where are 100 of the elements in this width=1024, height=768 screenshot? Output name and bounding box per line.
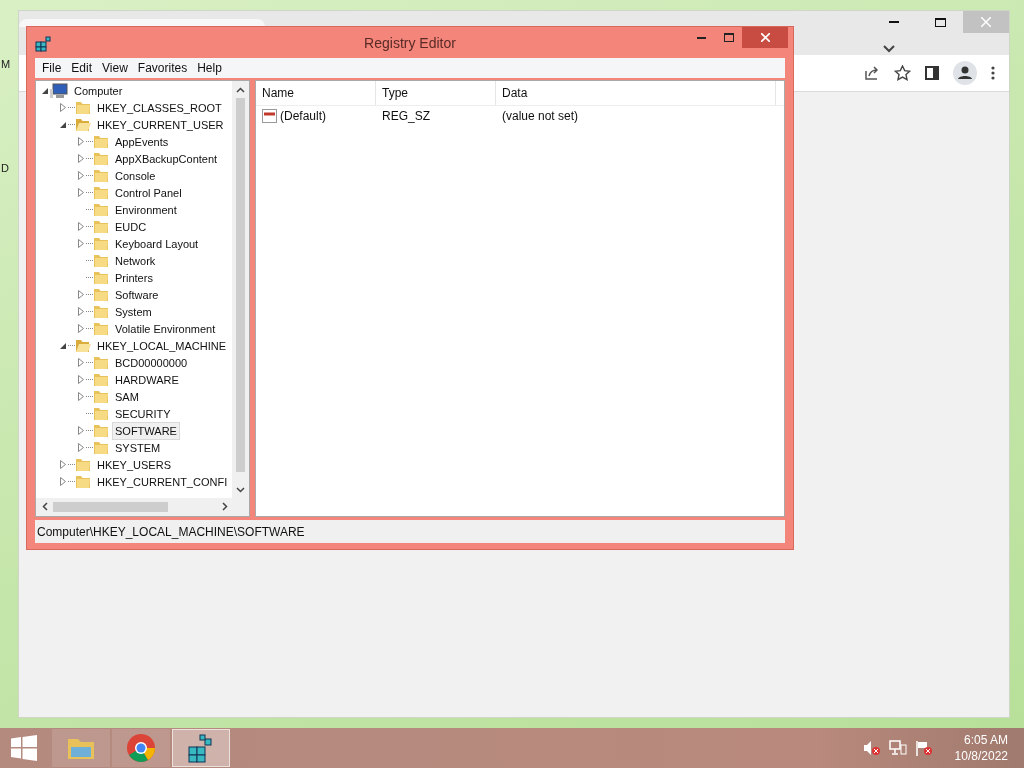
collapse-icon[interactable] <box>60 121 66 128</box>
tree-item[interactable]: Network <box>112 251 159 270</box>
star-icon[interactable] <box>894 65 911 81</box>
tree-item[interactable]: System <box>112 302 155 321</box>
tree-item[interactable]: EUDC <box>112 217 150 236</box>
tree-item[interactable]: Environment <box>112 200 180 219</box>
chevron-down-icon[interactable] <box>883 45 895 53</box>
folder-icon <box>93 270 109 285</box>
menu-item[interactable]: Help <box>192 61 227 75</box>
folder-icon <box>93 134 109 149</box>
folder-icon <box>93 185 109 200</box>
menu-item[interactable]: Favorites <box>132 61 193 75</box>
windows-logo-icon[interactable] <box>11 735 37 761</box>
tree-item[interactable]: SYSTEM <box>112 438 164 457</box>
maximize-icon[interactable] <box>934 17 946 27</box>
expand-icon[interactable] <box>78 375 84 384</box>
tree-item[interactable]: Console <box>112 166 159 185</box>
desktop-icon-label: D <box>1 162 10 174</box>
expand-icon[interactable] <box>60 477 66 486</box>
column-header[interactable]: Data <box>496 81 776 105</box>
column-header[interactable]: Name <box>256 81 376 105</box>
vertical-scrollbar[interactable] <box>232 81 249 498</box>
tree-item[interactable]: Keyboard Layout <box>112 234 202 253</box>
tree-item[interactable]: SOFTWARE <box>112 421 180 440</box>
folder-icon <box>93 168 109 183</box>
profile-icon[interactable] <box>953 61 977 85</box>
column-header[interactable]: Type <box>376 81 496 105</box>
chevron-left-icon[interactable] <box>41 502 48 511</box>
expand-icon[interactable] <box>78 307 84 316</box>
menu-item[interactable]: View <box>97 61 133 75</box>
tree-item[interactable]: Software <box>112 285 162 304</box>
side-panel-icon[interactable] <box>925 66 939 80</box>
status-path: Computer\HKEY_LOCAL_MACHINE\SOFTWARE <box>37 524 305 539</box>
expand-icon[interactable] <box>78 154 84 163</box>
flag-icon[interactable] <box>914 740 933 756</box>
tree-item[interactable]: SECURITY <box>112 404 174 423</box>
tree-item[interactable]: Computer <box>71 81 126 100</box>
expand-icon[interactable] <box>60 460 66 469</box>
minimize-icon[interactable] <box>697 36 706 39</box>
cubes-icon <box>35 33 53 52</box>
open-folder-icon <box>75 117 91 132</box>
tree-item[interactable]: Printers <box>112 268 156 287</box>
tree-item[interactable]: HKEY_LOCAL_MACHINE <box>94 336 229 355</box>
expand-icon[interactable] <box>78 188 84 197</box>
clock-date[interactable]: 10/8/2022 <box>954 748 1008 764</box>
expand-icon[interactable] <box>60 103 66 112</box>
folder-icon <box>75 474 91 489</box>
taskbar-app[interactable] <box>112 729 170 767</box>
value-type: REG_SZ <box>381 109 431 123</box>
collapse-icon[interactable] <box>42 87 48 94</box>
share-icon[interactable] <box>864 65 880 81</box>
clock-time[interactable]: 6:05 AM <box>963 732 1008 748</box>
chevron-down-icon[interactable] <box>236 486 245 493</box>
close-button[interactable] <box>742 27 788 48</box>
expand-icon[interactable] <box>78 358 84 367</box>
expand-icon[interactable] <box>78 290 84 299</box>
open-folder-icon <box>75 338 91 353</box>
tree-item[interactable]: HARDWARE <box>112 370 182 389</box>
collapse-icon[interactable] <box>60 342 66 349</box>
folder-icon <box>93 202 109 217</box>
folder-icon <box>93 321 109 336</box>
chevron-right-icon[interactable] <box>221 502 228 511</box>
expand-icon[interactable] <box>78 137 84 146</box>
expand-icon[interactable] <box>78 392 84 401</box>
close-icon <box>760 33 770 42</box>
menu-item[interactable]: File <box>37 61 67 75</box>
folder-icon <box>93 389 109 404</box>
muted-speaker-icon[interactable] <box>862 740 881 756</box>
tree-item[interactable]: Volatile Environment <box>112 319 219 338</box>
menu-item[interactable]: Edit <box>66 61 98 75</box>
browser-icon <box>126 733 156 763</box>
tree-item[interactable]: AppXBackupContent <box>112 149 221 168</box>
more-icon[interactable] <box>991 66 995 80</box>
folder-icon <box>93 355 109 370</box>
horizontal-scrollbar[interactable] <box>36 498 249 516</box>
tree-item[interactable]: AppEvents <box>112 132 172 151</box>
expand-icon[interactable] <box>78 239 84 248</box>
expand-icon[interactable] <box>78 443 84 452</box>
expand-icon[interactable] <box>78 324 84 333</box>
expand-icon[interactable] <box>78 426 84 435</box>
tree-item[interactable]: HKEY_CURRENT_CONFI <box>94 472 231 491</box>
folder-icon <box>93 440 109 455</box>
folder-icon <box>93 236 109 251</box>
tree-item[interactable]: HKEY_USERS <box>94 455 174 474</box>
expand-icon[interactable] <box>78 222 84 231</box>
tree-item[interactable]: BCD00000000 <box>112 353 191 372</box>
value-data: (value not set) <box>501 109 580 123</box>
maximize-icon[interactable] <box>723 33 734 42</box>
tree-item[interactable]: Control Panel <box>112 183 185 202</box>
value-name[interactable]: (Default) <box>256 109 376 123</box>
chevron-up-icon[interactable] <box>236 86 245 93</box>
tree-item[interactable]: HKEY_CURRENT_USER <box>94 115 227 134</box>
tree-item[interactable]: SAM <box>112 387 142 406</box>
folder-icon <box>93 304 109 319</box>
expand-icon[interactable] <box>78 171 84 180</box>
folder-icon <box>75 100 91 115</box>
network-icon[interactable] <box>888 740 907 756</box>
taskbar-app[interactable] <box>172 729 230 767</box>
desktop-icon-label: M <box>1 58 11 70</box>
tree-item[interactable]: HKEY_CLASSES_ROOT <box>94 98 225 117</box>
